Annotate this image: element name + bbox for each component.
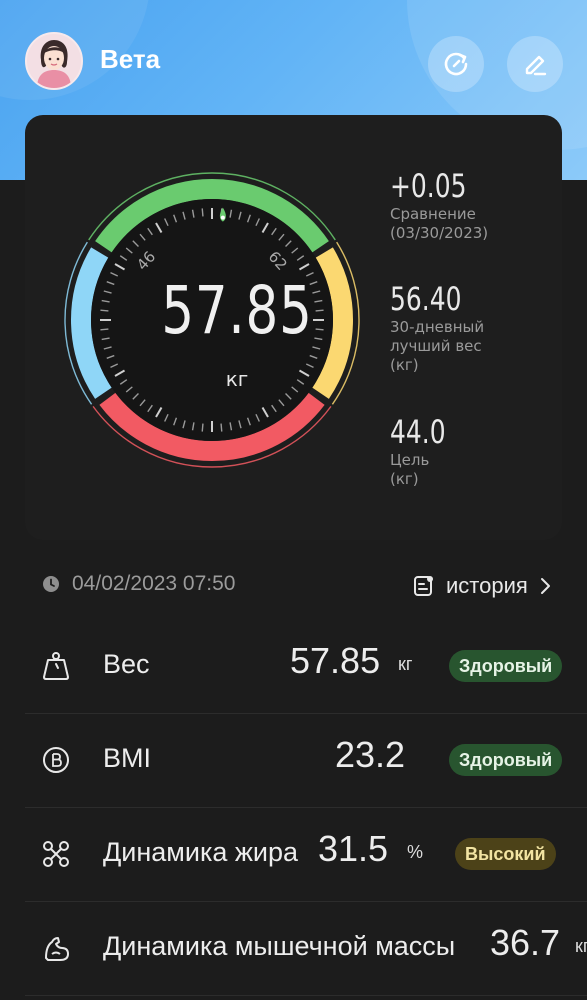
measurement-date-row: 04/02/2023 07:50 история [42,570,567,602]
bmi-icon [43,747,69,773]
stat-comparison-value: +0.05 [390,167,467,205]
status-badge-body-fat: Высокий [455,838,556,870]
gauge-weight-value: 57.85 [161,272,313,349]
gauge-weight-unit: кг [225,367,249,391]
metric-row-muscle-mass[interactable]: Динамика мышечной массы 36.7 кг [25,902,587,996]
metric-value-bmi: 23.2 [335,734,406,775]
metric-value-body-fat: 31.5 [318,828,389,869]
refresh-button[interactable] [428,36,484,92]
metric-unit-weight: кг [398,654,413,674]
edit-icon [525,55,547,76]
header: Вета [0,0,587,120]
metric-unit-muscle-mass: кг [575,936,587,956]
stat-goal: 44.0 Цель (кг) [390,413,461,489]
refresh-icon [444,52,468,76]
weight-icon [43,652,69,680]
stat-best-weight-label-3: (кг) [390,356,419,374]
clock-icon [43,576,59,592]
measurement-datetime: 04/02/2023 07:50 [72,572,236,595]
stat-best-weight-label-1: 30-дневный [390,318,485,336]
metric-name-bmi: BMI [103,743,152,773]
metric-name-body-fat: Динамика жира [103,837,299,867]
history-label: история [446,573,528,598]
stat-comparison-label-2: (03/30/2023) [390,224,489,242]
username: Вета [100,44,161,74]
history-link[interactable]: история [412,570,552,602]
edit-button[interactable] [507,36,563,92]
body-fat-icon [43,841,69,867]
metric-name-weight: Вес [103,649,150,679]
metric-unit-body-fat: % [407,842,424,862]
status-badge-weight: Здоровый [449,650,563,682]
metric-row-body-fat[interactable]: Динамика жира 31.5 % Высокий [25,808,587,902]
metric-row-weight[interactable]: Вес 57.85 кг Здоровый [25,620,587,714]
stat-best-weight: 56.40 30-дневный лучший вес (кг) [390,280,484,375]
stat-goal-label-2: (кг) [390,470,419,488]
history-icon [414,576,433,596]
stat-best-weight-label-2: лучший вес [390,337,482,355]
metric-name-muscle-mass: Динамика мышечной массы [103,931,456,961]
stat-comparison: +0.05 Сравнение (03/30/2023) [390,167,488,243]
stat-best-weight-value: 56.40 [390,280,462,318]
gauge-indicator-dot [220,215,225,220]
status-badge-bmi: Здоровый [449,744,563,776]
chevron-right-icon [540,578,550,594]
metric-value-muscle-mass: 36.7 [490,922,561,963]
avatar[interactable] [25,32,83,90]
metric-row-bmi[interactable]: BMI 23.2 Здоровый [25,714,587,808]
weight-summary-card: 46 62 57.85 кг +0.05 Сравнение (03/30/202… [25,115,562,540]
stat-comparison-label-1: Сравнение [390,205,476,223]
stat-goal-value: 44.0 [390,413,446,451]
muscle-icon [45,937,69,961]
metric-value-weight: 57.85 [290,640,381,681]
stat-goal-label-1: Цель [390,451,430,469]
